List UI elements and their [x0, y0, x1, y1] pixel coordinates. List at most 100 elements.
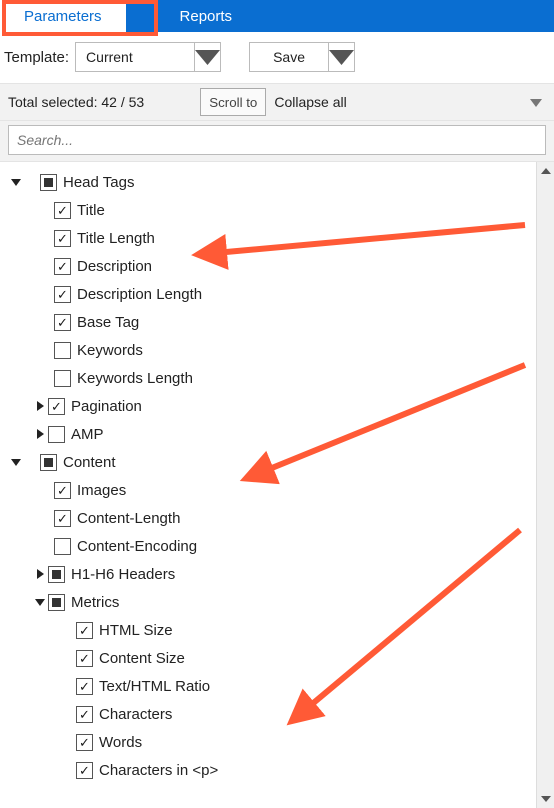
- checkbox[interactable]: [76, 762, 93, 779]
- checkbox[interactable]: [76, 678, 93, 695]
- checkbox[interactable]: [48, 398, 65, 415]
- tree-label: Text/HTML Ratio: [99, 678, 210, 695]
- scroll-down-button[interactable]: [537, 790, 554, 808]
- scroll-to-button[interactable]: Scroll to: [200, 88, 266, 116]
- tree-item-content-encoding[interactable]: Content-Encoding: [0, 532, 554, 560]
- tree-container: Head Tags Title Title Length Description…: [0, 161, 554, 808]
- tree-label: Keywords Length: [77, 370, 193, 387]
- tree-label: Content-Length: [77, 510, 180, 527]
- checkbox[interactable]: [54, 482, 71, 499]
- tree-label: Content: [63, 454, 116, 471]
- checkbox[interactable]: [54, 342, 71, 359]
- checkbox[interactable]: [76, 734, 93, 751]
- chevron-down-icon: [195, 50, 220, 65]
- tree-label: Pagination: [71, 398, 142, 415]
- checkbox[interactable]: [54, 230, 71, 247]
- checkbox[interactable]: [48, 566, 65, 583]
- tree-label: Base Tag: [77, 314, 139, 331]
- checkbox[interactable]: [48, 594, 65, 611]
- expand-toggle[interactable]: [32, 401, 48, 411]
- tree-label: Content-Encoding: [77, 538, 197, 555]
- expand-toggle[interactable]: [32, 569, 48, 579]
- tree-label: Content Size: [99, 650, 185, 667]
- tree-label: Title Length: [77, 230, 155, 247]
- save-split-button[interactable]: Save: [249, 42, 355, 72]
- checkbox[interactable]: [54, 202, 71, 219]
- tree-label: Characters: [99, 706, 172, 723]
- tab-parameters[interactable]: Parameters: [0, 0, 126, 32]
- tree-item-content-length[interactable]: Content-Length: [0, 504, 554, 532]
- template-select[interactable]: Current: [75, 42, 221, 72]
- tree-item-images[interactable]: Images: [0, 476, 554, 504]
- save-dropdown-button[interactable]: [329, 42, 355, 72]
- tree: Head Tags Title Title Length Description…: [0, 162, 554, 784]
- toolbar: Template: Current Save: [0, 32, 554, 83]
- tree-item-keywords-length[interactable]: Keywords Length: [0, 364, 554, 392]
- tree-group-pagination[interactable]: Pagination: [0, 392, 554, 420]
- tree-item-base-tag[interactable]: Base Tag: [0, 308, 554, 336]
- tree-group-metrics[interactable]: Metrics: [0, 588, 554, 616]
- checkbox[interactable]: [76, 622, 93, 639]
- save-label: Save: [273, 49, 305, 65]
- checkbox[interactable]: [54, 258, 71, 275]
- tree-label: AMP: [71, 426, 104, 443]
- tree-group-content[interactable]: Content: [0, 448, 554, 476]
- tree-item-text-html-ratio[interactable]: Text/HTML Ratio: [0, 672, 554, 700]
- tab-reports[interactable]: Reports: [156, 0, 257, 32]
- search-row: [0, 121, 554, 161]
- template-dropdown-button[interactable]: [195, 42, 221, 72]
- vertical-scrollbar[interactable]: [536, 162, 554, 808]
- tree-label: Images: [77, 482, 126, 499]
- search-input[interactable]: [8, 125, 546, 155]
- checkbox-head-tags[interactable]: [40, 174, 57, 191]
- collapse-all-button[interactable]: Collapse all: [274, 94, 518, 110]
- tree-label: HTML Size: [99, 622, 173, 639]
- tree-item-characters-in-p[interactable]: Characters in <p>: [0, 756, 554, 784]
- tree-group-h1h6[interactable]: H1-H6 Headers: [0, 560, 554, 588]
- checkbox[interactable]: [54, 510, 71, 527]
- tree-item-html-size[interactable]: HTML Size: [0, 616, 554, 644]
- checkbox-content[interactable]: [40, 454, 57, 471]
- tree-label: Description Length: [77, 286, 202, 303]
- tree-item-characters[interactable]: Characters: [0, 700, 554, 728]
- chevron-down-icon: [329, 50, 354, 65]
- template-value: Current: [86, 49, 133, 65]
- expand-toggle[interactable]: [8, 457, 24, 467]
- checkbox[interactable]: [54, 370, 71, 387]
- chevron-up-icon: [541, 166, 551, 176]
- checkbox[interactable]: [54, 286, 71, 303]
- tree-label: Words: [99, 734, 142, 751]
- expand-toggle[interactable]: [32, 597, 48, 607]
- checkbox[interactable]: [76, 650, 93, 667]
- tree-label: Keywords: [77, 342, 143, 359]
- tree-label: Characters in <p>: [99, 762, 218, 779]
- tree-label: Description: [77, 258, 152, 275]
- tree-item-description-length[interactable]: Description Length: [0, 280, 554, 308]
- tree-item-content-size[interactable]: Content Size: [0, 644, 554, 672]
- tree-label: Metrics: [71, 594, 119, 611]
- tree-label: H1-H6 Headers: [71, 566, 175, 583]
- status-bar: Total selected: 42 / 53 Scroll to Collap…: [0, 83, 554, 121]
- checkbox[interactable]: [54, 314, 71, 331]
- tree-item-words[interactable]: Words: [0, 728, 554, 756]
- template-label: Template:: [4, 49, 69, 66]
- tab-reports-label: Reports: [180, 8, 233, 25]
- tree-item-keywords[interactable]: Keywords: [0, 336, 554, 364]
- checkbox[interactable]: [76, 706, 93, 723]
- tree-group-head-tags[interactable]: Head Tags: [0, 168, 554, 196]
- checkbox[interactable]: [48, 426, 65, 443]
- scroll-up-button[interactable]: [537, 162, 554, 180]
- tab-parameters-label: Parameters: [24, 8, 102, 25]
- tree-group-amp[interactable]: AMP: [0, 420, 554, 448]
- options-dropdown[interactable]: [526, 94, 546, 110]
- tree-label: Head Tags: [63, 174, 134, 191]
- tree-item-description[interactable]: Description: [0, 252, 554, 280]
- tree-item-title[interactable]: Title: [0, 196, 554, 224]
- total-selected: Total selected: 42 / 53: [8, 94, 144, 110]
- expand-toggle[interactable]: [8, 177, 24, 187]
- expand-toggle[interactable]: [32, 429, 48, 439]
- checkbox[interactable]: [54, 538, 71, 555]
- chevron-down-icon: [541, 794, 551, 804]
- tree-item-title-length[interactable]: Title Length: [0, 224, 554, 252]
- tree-label: Title: [77, 202, 105, 219]
